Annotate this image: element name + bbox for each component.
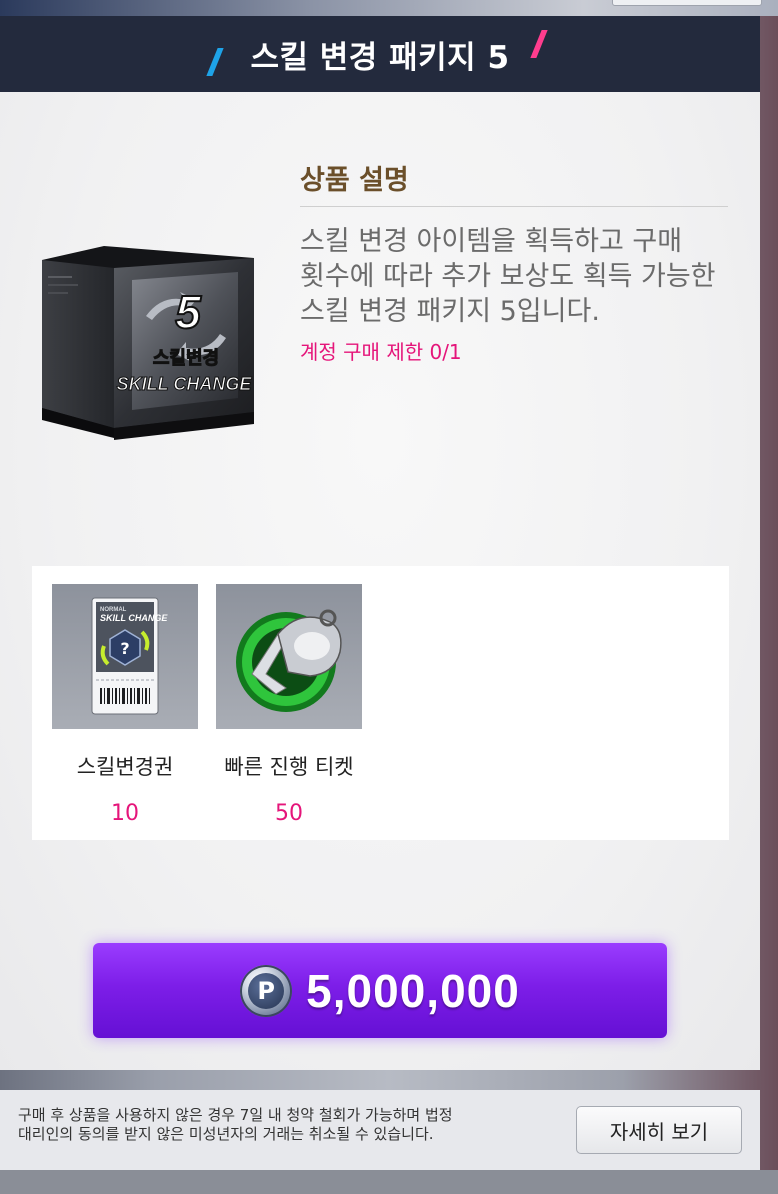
view-details-button[interactable]: 자세히 보기 — [576, 1106, 742, 1154]
legal-footer: 구매 후 상품을 사용하지 않은 경우 7일 내 청약 철회가 가능하며 법정 … — [0, 1090, 760, 1170]
box-number-5: 5 — [174, 285, 203, 339]
currency-symbol: P — [248, 972, 285, 1009]
reward-item-quantity: 10 — [111, 801, 139, 826]
svg-text:5: 5 — [175, 286, 202, 338]
product-box-image: 5 스킬변경 SKILL CHANGE — [38, 242, 258, 442]
background-bottom-strip — [0, 1170, 778, 1194]
package-modal: 스킬 변경 패키지 5 5 스킬변경 SKILL CHANGE 상품 설명 스킬… — [0, 16, 760, 1070]
header-accent-blue — [206, 48, 224, 76]
skill-change-ticket-icon: NORMAL SKILL CHANGE ? — [52, 584, 198, 729]
background-button-edge — [612, 0, 762, 6]
legal-notice-line: 구매 후 상품을 사용하지 않은 경우 7일 내 청약 철회가 가능하며 법정 — [18, 1106, 453, 1124]
purchase-price: 5,000,000 — [306, 964, 520, 1017]
legal-notice-line: 대리인의 동의를 받지 않은 미성년자의 거래는 취소될 수 있습니다. — [18, 1125, 434, 1143]
purchase-limit-text: 계정 구매 제한 0/1 — [300, 340, 462, 364]
reward-item[interactable]: NORMAL SKILL CHANGE ? 스킬변경권 10 — [52, 584, 198, 826]
reward-item-quantity: 50 — [275, 801, 303, 826]
description-line: 스킬 변경 아이템을 획득하고 구매 — [300, 226, 683, 257]
background-top-strip — [0, 0, 778, 16]
legal-notice: 구매 후 상품을 사용하지 않은 경우 7일 내 청약 철회가 가능하며 법정 … — [18, 1106, 558, 1144]
p-coin-icon: P — [240, 964, 293, 1017]
header-accent-pink — [530, 30, 548, 58]
modal-title: 스킬 변경 패키지 5 — [250, 39, 510, 76]
purchase-button[interactable]: P 5,000,000 — [93, 943, 667, 1038]
description-heading: 상품 설명 — [300, 165, 409, 196]
description-line: 횟수에 따라 추가 보상도 획득 가능한 — [300, 261, 716, 292]
description-line: 스킬 변경 패키지 5입니다. — [300, 296, 600, 327]
reward-item-name: 스킬변경권 — [76, 755, 174, 779]
modal-header: 스킬 변경 패키지 5 — [0, 16, 760, 92]
description-divider — [300, 206, 728, 207]
whistle-icon — [216, 584, 362, 729]
svg-text:스킬변경: 스킬변경 — [153, 348, 219, 369]
svg-text:SKILL CHANGE: SKILL CHANGE — [100, 613, 168, 623]
reward-item-name: 빠른 진행 티켓 — [224, 755, 354, 779]
svg-text:SKILL CHANGE: SKILL CHANGE — [117, 374, 253, 394]
reward-item[interactable]: 빠른 진행 티켓 50 — [216, 584, 362, 826]
reward-items-panel: NORMAL SKILL CHANGE ? 스킬변경권 10 빠른 진행 티켓 … — [32, 566, 729, 840]
description-text: 스킬 변경 아이템을 획득하고 구매 횟수에 따라 추가 보상도 획득 가능한 … — [300, 224, 740, 329]
svg-text:?: ? — [120, 639, 129, 658]
